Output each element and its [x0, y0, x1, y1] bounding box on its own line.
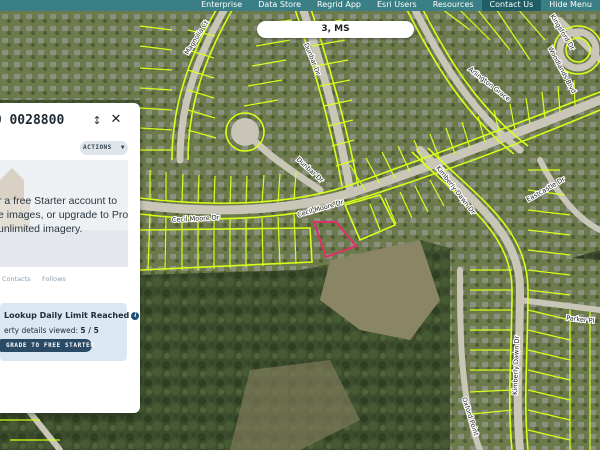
nav-contact-us[interactable]: Contact Us	[481, 0, 542, 11]
nav-resources[interactable]: Resources	[425, 0, 482, 11]
actions-button[interactable]: ACTIONS ▼	[80, 141, 128, 155]
lookup-limit-notice: Lookup Daily Limit Reached i erty details…	[0, 303, 140, 361]
top-nav: Enterprise Data Store Regrid App Esri Us…	[0, 0, 600, 11]
panel-tabs: Contacts Follows	[0, 275, 130, 289]
upgrade-button[interactable]: GRADE TO FREE STARTER	[0, 339, 94, 352]
cul-de-sac	[231, 118, 259, 146]
location-search-pill[interactable]: 3, MS	[257, 21, 414, 38]
limit-title: Lookup Daily Limit Reached i	[4, 311, 140, 320]
limit-description: erty details viewed: 5 / 5	[4, 326, 99, 335]
promo-text: r a free Starter account to e images, or…	[0, 194, 128, 236]
close-icon[interactable]: ✕	[110, 113, 122, 127]
info-icon[interactable]: i	[131, 311, 140, 320]
parcel-id-title: 00 0028800	[0, 113, 65, 128]
imagery-promo: r a free Starter account to e images, or…	[0, 160, 128, 267]
resize-vertical-icon[interactable]: ↕	[92, 114, 102, 128]
nav-enterprise[interactable]: Enterprise	[193, 0, 250, 11]
limit-count: 5 / 5	[80, 326, 99, 335]
parcel-detail-panel: 00 0028800 ↕ ✕ ACTIONS ▼ r a free Starter…	[0, 103, 140, 413]
promo-line: e images, or upgrade to Pro	[0, 209, 128, 221]
chevron-down-icon: ▼	[120, 144, 125, 151]
nav-data-store[interactable]: Data Store	[250, 0, 309, 11]
nav-regrid-app[interactable]: Regrid App	[309, 0, 369, 11]
promo-line: unlimited imagery.	[0, 223, 83, 235]
tab-follows[interactable]: Follows	[42, 275, 66, 283]
tab-contacts[interactable]: Contacts	[2, 275, 31, 283]
actions-label: ACTIONS	[83, 144, 112, 151]
nav-esri-users[interactable]: Esri Users	[369, 0, 425, 11]
promo-line: r a free Starter account to	[0, 195, 118, 207]
nav-hide-menu[interactable]: Hide Menu	[541, 0, 600, 11]
